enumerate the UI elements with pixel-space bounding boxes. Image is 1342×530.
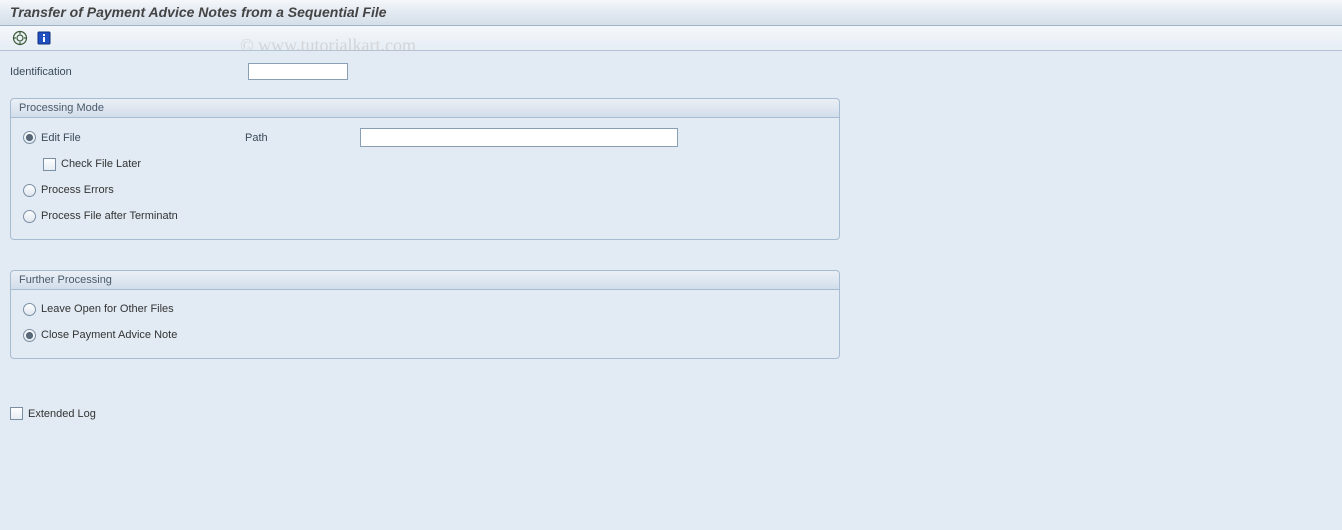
further-processing-title: Further Processing <box>11 271 839 290</box>
identification-row: Identification <box>10 63 1332 80</box>
close-note-radio[interactable] <box>23 329 36 342</box>
further-processing-group: Further Processing Leave Open for Other … <box>10 270 840 359</box>
info-icon[interactable] <box>34 28 54 48</box>
close-note-label: Close Payment Advice Note <box>41 329 177 341</box>
check-file-later-checkbox[interactable] <box>43 158 56 171</box>
application-toolbar <box>0 26 1342 51</box>
extended-log-row: Extended Log <box>10 407 1332 420</box>
extended-log-checkbox[interactable] <box>10 407 23 420</box>
title-bar: Transfer of Payment Advice Notes from a … <box>0 0 1342 26</box>
leave-open-radio[interactable] <box>23 303 36 316</box>
content-area: Identification Processing Mode Edit File… <box>0 51 1342 530</box>
check-file-later-label: Check File Later <box>61 158 141 170</box>
page-title: Transfer of Payment Advice Notes from a … <box>10 4 387 20</box>
processing-mode-title: Processing Mode <box>11 99 839 118</box>
process-errors-radio[interactable] <box>23 184 36 197</box>
processing-mode-group: Processing Mode Edit File Path Check Fil… <box>10 98 840 240</box>
identification-input[interactable] <box>248 63 348 80</box>
execute-icon[interactable] <box>10 28 30 48</box>
path-input[interactable] <box>360 128 678 147</box>
edit-file-radio[interactable] <box>23 131 36 144</box>
process-after-term-label: Process File after Terminatn <box>41 210 178 222</box>
leave-open-label: Leave Open for Other Files <box>41 303 174 315</box>
identification-label: Identification <box>10 66 248 78</box>
process-after-term-radio[interactable] <box>23 210 36 223</box>
path-label: Path <box>245 132 360 144</box>
extended-log-label: Extended Log <box>28 408 96 420</box>
process-errors-label: Process Errors <box>41 184 114 196</box>
edit-file-label: Edit File <box>41 132 245 144</box>
